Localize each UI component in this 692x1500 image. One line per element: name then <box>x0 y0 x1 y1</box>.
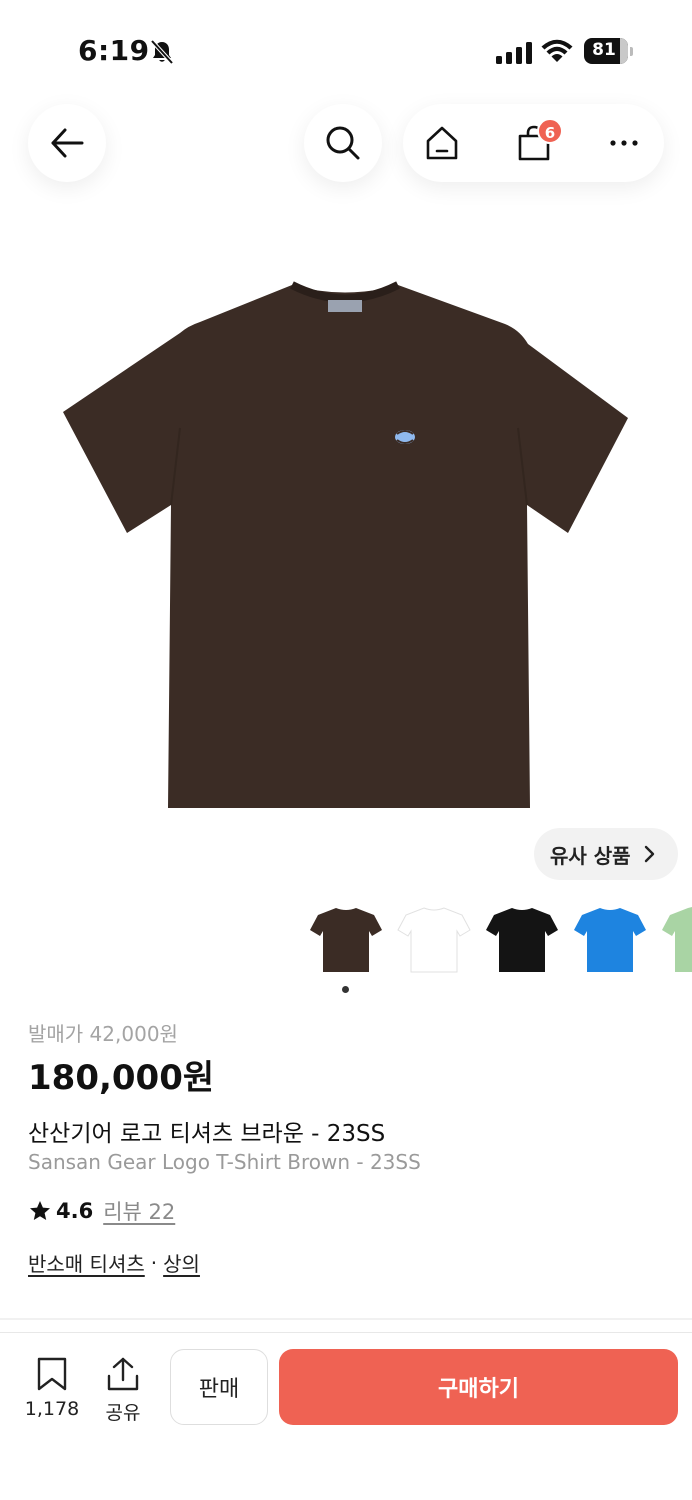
similar-products-label: 유사 상품 <box>550 843 631 868</box>
thumbnail-white[interactable] <box>394 900 474 980</box>
category-link[interactable]: 반소매 티셔츠 <box>28 1248 145 1277</box>
search-button[interactable] <box>304 104 382 182</box>
home-button[interactable] <box>417 118 467 168</box>
bookmark-icon <box>37 1357 67 1391</box>
arrow-left-icon <box>51 128 84 158</box>
more-horizontal-icon <box>610 140 638 146</box>
thumbnail-black[interactable] <box>482 900 562 980</box>
header-actions: 6 <box>403 104 664 182</box>
product-name-korean: 산산기어 로고 티셔츠 브라운 - 23SS <box>28 1121 386 1147</box>
similar-products-button[interactable]: 유사 상품 <box>534 828 678 880</box>
battery-icon: 81 <box>584 38 634 64</box>
bell-slash-icon <box>150 39 174 65</box>
cart-count-badge: 6 <box>537 118 563 144</box>
product-image[interactable] <box>60 278 630 813</box>
status-time: 6:19 <box>78 34 150 67</box>
signal-icon <box>496 42 532 64</box>
status-bar: 6:19 81 <box>0 0 692 100</box>
neck-label <box>328 300 362 312</box>
parent-category-link[interactable]: 상의 <box>163 1248 200 1277</box>
thumbnail-mint[interactable] <box>658 900 692 980</box>
divider <box>0 1318 692 1320</box>
page-indicator-dot <box>342 986 349 993</box>
battery-tip <box>630 47 633 56</box>
category-breadcrumb: 반소매 티셔츠 · 상의 <box>28 1248 200 1277</box>
product-name-english: Sansan Gear Logo T-Shirt Brown - 23SS <box>28 1150 421 1174</box>
logo-icon <box>395 430 415 444</box>
thumbnail-blue[interactable] <box>570 900 650 980</box>
share-label: 공유 <box>105 1402 141 1424</box>
chevron-right-icon <box>644 845 654 863</box>
buy-button[interactable]: 구매하기 <box>279 1349 678 1425</box>
share-button[interactable]: 공유 <box>98 1354 148 1424</box>
bookmark-count: 1,178 <box>24 1398 80 1420</box>
battery-percent: 81 <box>592 40 616 60</box>
home-icon <box>426 126 458 160</box>
star-icon <box>30 1201 50 1220</box>
search-icon <box>326 126 360 160</box>
rating-row: 4.6 리뷰 22 <box>28 1196 175 1226</box>
back-button[interactable] <box>28 104 106 182</box>
category-separator: · <box>150 1250 158 1275</box>
bottom-bar-divider <box>0 1332 692 1333</box>
sell-button[interactable]: 판매 <box>170 1349 268 1425</box>
rating-value: 4.6 <box>56 1199 94 1223</box>
bookmark-button[interactable]: 1,178 <box>22 1354 82 1424</box>
share-icon <box>107 1357 139 1391</box>
thumbnail-brown[interactable] <box>306 900 386 980</box>
price: 180,000원 <box>28 1058 215 1098</box>
review-link[interactable]: 리뷰 22 <box>103 1196 175 1226</box>
battery-body: 81 <box>584 38 628 64</box>
more-button[interactable] <box>599 118 649 168</box>
wifi-icon <box>541 39 573 62</box>
color-thumbnails <box>0 900 692 980</box>
release-price: 발매가 42,000원 <box>28 1022 178 1046</box>
